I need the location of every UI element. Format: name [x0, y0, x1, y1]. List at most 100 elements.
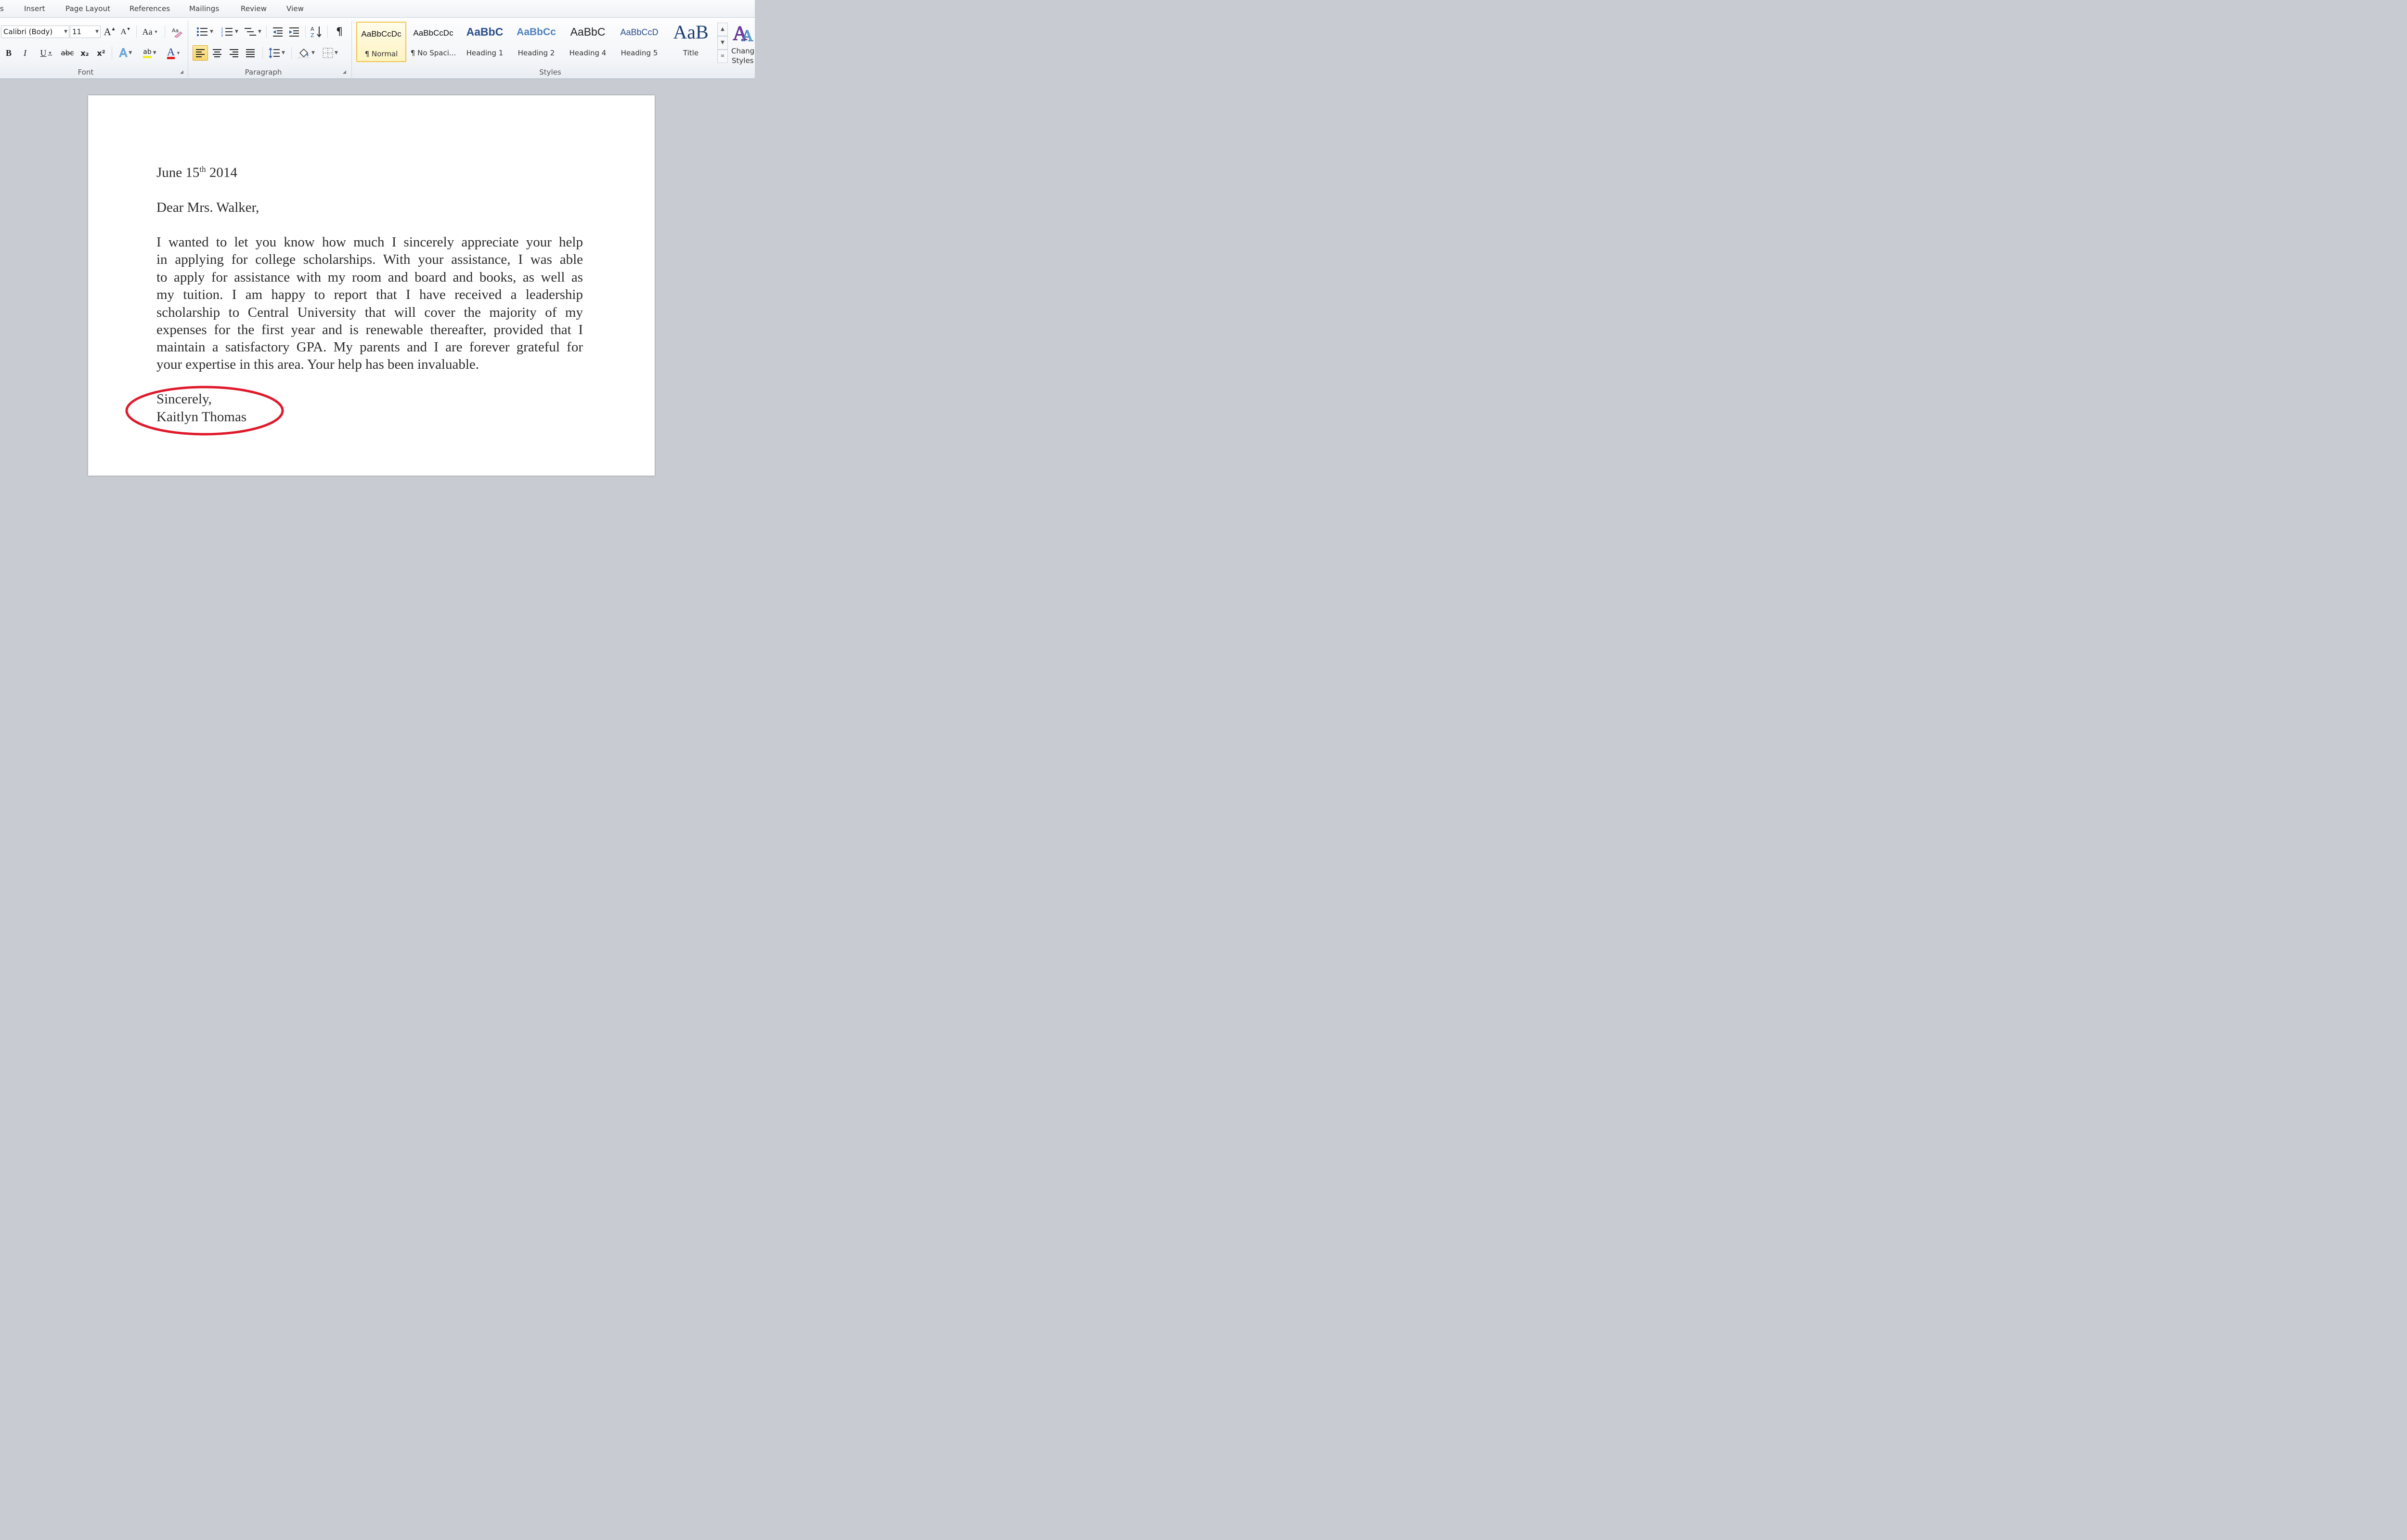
clear-formatting-button[interactable]: Aa [169, 25, 184, 39]
line-spacing-button[interactable]: ▼ [267, 46, 287, 60]
grow-font-icon: A [104, 26, 111, 38]
separator [136, 26, 137, 38]
svg-text:Z: Z [311, 32, 314, 38]
gallery-scroll-down-icon[interactable]: ▼ [717, 36, 728, 50]
subscript-button[interactable]: x₂ [78, 46, 91, 60]
style-name: Heading 5 [621, 49, 658, 57]
align-right-icon [230, 49, 238, 57]
decrease-indent-icon [273, 27, 283, 37]
styles-gallery: AaBbCcDc ¶ Normal AaBbCcDc ¶ No Spaci...… [356, 22, 717, 63]
separator [305, 26, 306, 38]
date-year: 2014 [206, 165, 237, 181]
style-name: ¶ No Spaci... [410, 49, 456, 57]
style-heading-4[interactable]: AaBbC Heading 4 [563, 22, 613, 62]
group-separator [351, 21, 352, 78]
body-line: in applying for college scholarships. Wi… [156, 252, 583, 267]
style-sample: AaBbCcDc [361, 29, 401, 39]
strikethrough-button[interactable]: abc [60, 46, 75, 60]
font-size-combo[interactable]: 11 ▼ [70, 26, 101, 38]
multilevel-list-button[interactable]: ▼ [243, 25, 263, 39]
tab-home-partial[interactable]: s [0, 4, 4, 13]
style-heading-5[interactable]: AaBbCcD Heading 5 [614, 22, 664, 62]
svg-text:A: A [741, 27, 753, 43]
paragraph-group-label: Paragraph [245, 68, 282, 77]
italic-button[interactable]: I [19, 46, 31, 60]
dialog-launcher-icon[interactable]: ◢ [179, 70, 184, 75]
justify-button[interactable] [243, 46, 258, 60]
style-heading-1[interactable]: AaBbC Heading 1 [460, 22, 510, 62]
multilevel-list-icon [245, 28, 257, 36]
decrease-indent-button[interactable] [271, 25, 285, 39]
align-right-button[interactable] [227, 46, 241, 60]
numbering-button[interactable]: 1 2 3 ▼ [219, 25, 241, 39]
grow-font-button[interactable]: A ▲ [103, 25, 116, 39]
underline-button[interactable]: U ▼ [36, 46, 57, 60]
change-styles-icon: A A [733, 23, 754, 43]
font-group-label: Font [78, 68, 94, 77]
tab-page-layout[interactable]: Page Layout [65, 4, 110, 13]
gallery-more-icon[interactable]: ≡ [717, 50, 728, 63]
align-left-button[interactable] [193, 45, 208, 61]
highlight-button[interactable]: ab ▼ [139, 46, 161, 60]
increase-indent-icon [289, 27, 299, 37]
separator [266, 26, 267, 38]
subscript-icon: x₂ [80, 48, 89, 58]
style-heading-2[interactable]: AaBbCc Heading 2 [511, 22, 561, 62]
tab-references[interactable]: References [129, 4, 170, 13]
show-hide-marks-button[interactable]: ¶ [332, 25, 347, 39]
style-no-spacing[interactable]: AaBbCcDc ¶ No Spaci... [408, 22, 458, 62]
font-name-combo[interactable]: Calibri (Body) ▼ [1, 26, 69, 38]
clear-formatting-icon: Aa [172, 27, 182, 38]
body-line: my tuition. I am happy to report that I … [156, 287, 583, 302]
gallery-scroll-up-icon[interactable]: ▲ [717, 23, 728, 36]
body-line: maintain a satisfactory GPA. My parents … [156, 339, 583, 355]
tab-insert[interactable]: Insert [24, 4, 45, 13]
italic-icon: I [24, 48, 26, 58]
line-spacing-icon [269, 48, 280, 58]
style-sample: AaBbC [466, 26, 504, 38]
body-line: scholarship to Central University that w… [156, 305, 583, 320]
text-effects-icon: A [119, 46, 128, 60]
salutation: Dear Mrs. Walker, [156, 200, 259, 215]
style-sample: AaBbCc [517, 26, 556, 38]
justify-icon [246, 49, 255, 57]
chevron-down-icon[interactable]: ▼ [95, 26, 99, 38]
style-title[interactable]: AaB Title [666, 22, 716, 62]
shading-button[interactable]: ▼ [296, 46, 317, 60]
font-color-button[interactable]: A ▼ [164, 46, 184, 60]
change-case-icon: Aa [142, 26, 153, 37]
chevron-down-icon[interactable]: ▼ [64, 26, 67, 38]
bold-button[interactable]: B [3, 46, 14, 60]
body-line: expenses for the first year and is renew… [156, 322, 583, 337]
align-center-icon [213, 49, 221, 57]
sort-button[interactable]: A Z [309, 25, 324, 39]
sort-az-icon: A Z [311, 26, 322, 38]
borders-button[interactable]: ▼ [320, 46, 341, 60]
bullets-button[interactable]: ▼ [194, 25, 216, 39]
tab-view[interactable]: View [286, 4, 304, 13]
svg-text:Aa: Aa [172, 27, 179, 34]
word-window: s Insert Page Layout References Mailings… [0, 0, 755, 476]
style-normal[interactable]: AaBbCcDc ¶ Normal [356, 22, 406, 62]
font-name-value: Calibri (Body) [3, 27, 53, 36]
styles-group-label: Styles [539, 68, 561, 77]
style-name: Title [683, 49, 699, 57]
change-case-button[interactable]: Aa ▼ [141, 25, 160, 39]
dialog-launcher-icon[interactable]: ◢ [342, 70, 347, 75]
change-styles-button[interactable]: A A Chang Styles [730, 21, 759, 67]
align-center-button[interactable] [210, 46, 224, 60]
date-ordinal: th [199, 165, 206, 174]
increase-indent-button[interactable] [287, 25, 301, 39]
separator [327, 26, 328, 38]
style-sample: AaBbCcD [620, 27, 659, 37]
style-sample: AaB [673, 22, 709, 43]
font-size-value: 11 [72, 27, 82, 36]
ribbon-tab-bar: s Insert Page Layout References Mailings… [0, 0, 755, 17]
tab-mailings[interactable]: Mailings [189, 4, 219, 13]
tab-review[interactable]: Review [241, 4, 267, 13]
text-effects-button[interactable]: A ▼ [116, 46, 136, 60]
shrink-font-button[interactable]: A ▼ [119, 25, 132, 39]
highlight-icon: ab [143, 48, 152, 58]
bold-icon: B [5, 48, 12, 58]
superscript-button[interactable]: x² [94, 46, 108, 60]
